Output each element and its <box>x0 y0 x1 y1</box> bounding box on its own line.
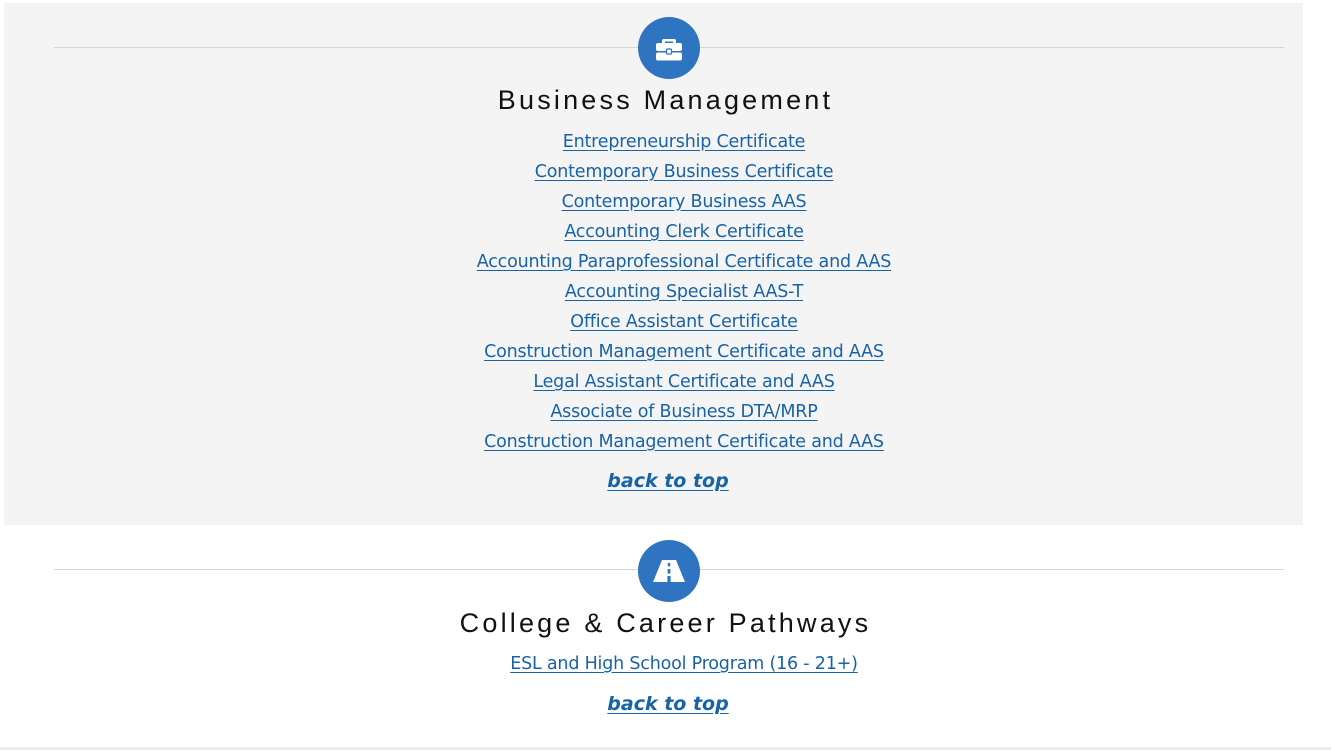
road-badge <box>638 540 700 602</box>
list-item: Associate of Business DTA/MRP <box>0 397 1331 427</box>
briefcase-badge <box>638 17 700 79</box>
list-item: Accounting Paraprofessional Certificate … <box>0 247 1331 277</box>
program-link[interactable]: Entrepreneurship Certificate <box>563 132 806 152</box>
list-item: Contemporary Business Certificate <box>0 157 1331 187</box>
program-link[interactable]: Accounting Paraprofessional Certificate … <box>477 252 892 272</box>
program-link[interactable]: Construction Management Certificate and … <box>484 432 884 452</box>
road-icon <box>653 560 685 582</box>
program-link[interactable]: Construction Management Certificate and … <box>484 342 884 362</box>
page: Business Management Entrepreneurship Cer… <box>0 0 1331 750</box>
list-item: Contemporary Business AAS <box>0 187 1331 217</box>
list-item: Construction Management Certificate and … <box>0 337 1331 367</box>
program-link[interactable]: Accounting Clerk Certificate <box>564 222 804 242</box>
back-to-top-link[interactable]: back to top <box>607 693 728 715</box>
section-title-business-management: Business Management <box>497 85 834 115</box>
list-item: Entrepreneurship Certificate <box>0 127 1331 157</box>
back-to-top-link[interactable]: back to top <box>607 470 728 492</box>
list-item: ESL and High School Program (16 - 21+) <box>0 649 1331 679</box>
program-link[interactable]: ESL and High School Program (16 - 21+) <box>510 654 858 674</box>
program-link[interactable]: Associate of Business DTA/MRP <box>550 402 817 422</box>
list-item: Office Assistant Certificate <box>0 307 1331 337</box>
program-link[interactable]: Contemporary Business Certificate <box>535 162 834 182</box>
section-title-college-career-pathways: College & Career Pathways <box>459 608 872 638</box>
list-item: Construction Management Certificate and … <box>0 427 1331 457</box>
back-to-top-container: back to top <box>0 466 1331 498</box>
program-link[interactable]: Contemporary Business AAS <box>562 192 807 212</box>
back-to-top-container: back to top <box>0 689 1331 721</box>
list-item: Accounting Clerk Certificate <box>0 217 1331 247</box>
list-item: Accounting Specialist AAS-T <box>0 277 1331 307</box>
program-link[interactable]: Office Assistant Certificate <box>570 312 798 332</box>
college-career-link-list: ESL and High School Program (16 - 21+) <box>0 649 1331 679</box>
list-item: Legal Assistant Certificate and AAS <box>0 367 1331 397</box>
business-management-link-list: Entrepreneurship Certificate Contemporar… <box>0 127 1331 457</box>
program-link[interactable]: Accounting Specialist AAS-T <box>565 282 803 302</box>
program-link[interactable]: Legal Assistant Certificate and AAS <box>533 372 834 392</box>
briefcase-icon <box>656 39 682 61</box>
